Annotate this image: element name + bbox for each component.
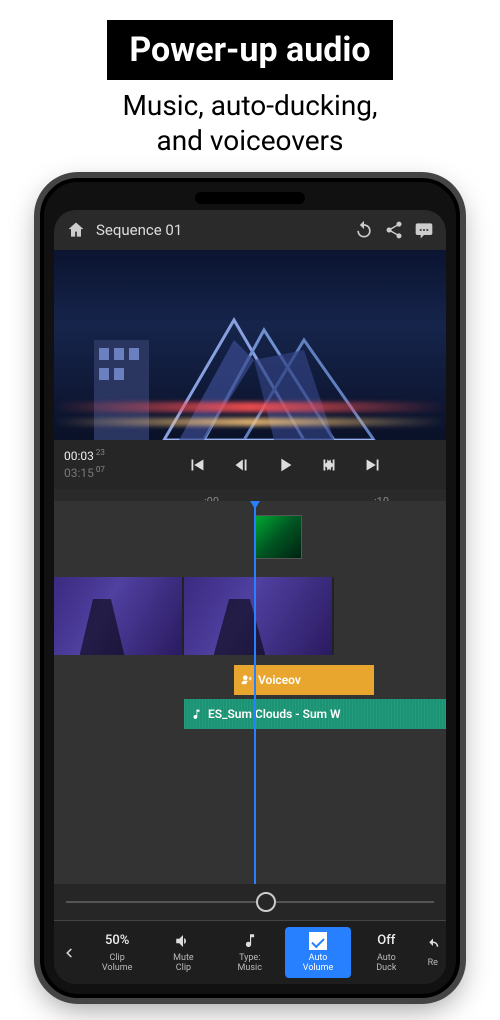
music-clip[interactable]: ES_Sum Clouds - Sum W	[184, 699, 446, 729]
auto-volume-tool[interactable]: AutoVolume	[285, 927, 351, 978]
music-icon	[241, 932, 259, 950]
app-topbar: Sequence 01	[54, 210, 446, 250]
share-icon[interactable]	[384, 220, 404, 240]
music-label: ES_Sum Clouds - Sum W	[208, 707, 341, 721]
slider-handle[interactable]	[256, 892, 276, 912]
current-frames: 23	[96, 448, 105, 457]
marketing-subtitle: Music, auto-ducking, and voiceovers	[0, 88, 500, 158]
frame-back-icon[interactable]	[230, 454, 252, 476]
playhead[interactable]	[254, 501, 256, 884]
toolbar-back-button[interactable]	[54, 946, 84, 960]
timecodes: 00:0323 03:1507	[64, 448, 128, 481]
duration-time: 03:15	[64, 466, 94, 480]
timeline-ruler[interactable]: :00 :10	[54, 489, 446, 501]
overlay-clip[interactable]	[254, 515, 302, 559]
frame-forward-icon[interactable]	[318, 454, 340, 476]
volume-icon	[174, 932, 192, 950]
refresh-icon	[424, 937, 442, 955]
marketing-banner: Power-up audio	[107, 20, 392, 80]
video-clip[interactable]	[184, 577, 334, 655]
checkbox-on-icon	[309, 932, 327, 950]
mute-clip-tool[interactable]: MuteClip	[150, 927, 216, 978]
clip-volume-value: 50%	[105, 931, 129, 951]
skip-end-icon[interactable]	[362, 454, 384, 476]
slider-track	[66, 901, 434, 903]
home-icon[interactable]	[66, 220, 86, 240]
music-note-icon	[190, 708, 203, 721]
bottom-toolbar: 50% ClipVolume MuteClip Type:Music AutoV…	[54, 920, 446, 984]
phone-frame: Sequence 01	[40, 178, 460, 998]
app-screen: Sequence 01	[54, 210, 446, 984]
subtitle-line1: Music, auto-ducking,	[122, 89, 377, 122]
auto-duck-tool[interactable]: Off AutoDuck	[353, 927, 419, 978]
skip-start-icon[interactable]	[186, 454, 208, 476]
transport-bar: 00:0323 03:1507	[54, 440, 446, 489]
auto-duck-value: Off	[377, 931, 395, 951]
video-track[interactable]	[54, 577, 446, 655]
undo-icon[interactable]	[354, 220, 374, 240]
play-icon[interactable]	[274, 454, 296, 476]
voiceover-label: Voiceov	[258, 673, 301, 687]
mic-icon	[240, 673, 254, 687]
comment-icon[interactable]	[414, 220, 434, 240]
type-music-tool[interactable]: Type:Music	[217, 927, 283, 978]
current-time: 00:03	[64, 449, 94, 463]
video-preview[interactable]	[54, 250, 446, 440]
sequence-title: Sequence 01	[96, 221, 344, 239]
subtitle-line2: and voiceovers	[156, 124, 343, 157]
video-clip[interactable]	[54, 577, 184, 655]
zoom-slider[interactable]	[54, 884, 446, 920]
duration-frames: 07	[96, 465, 105, 474]
clip-volume-tool[interactable]: 50% ClipVolume	[84, 927, 150, 978]
light-streak	[54, 402, 446, 412]
light-streak	[54, 418, 446, 426]
toolbar-overflow[interactable]: Re	[419, 932, 446, 973]
timeline[interactable]: Voiceov ES_Sum Clouds - Sum W	[54, 501, 446, 884]
